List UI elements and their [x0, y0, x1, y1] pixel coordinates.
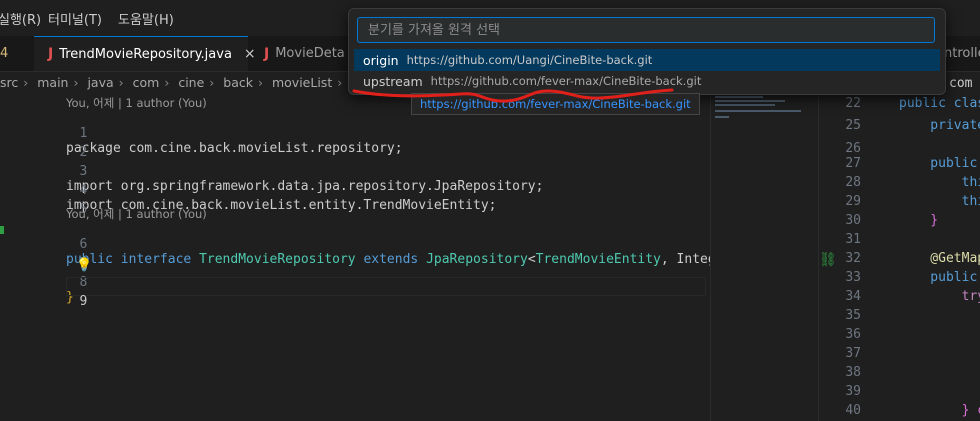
minimap-line: [715, 100, 785, 102]
breadcrumb: src › main › java › com › cine › back › movieL…: [0, 75, 394, 97]
line-number: 2: [79, 145, 88, 160]
red-underline-annotation: [352, 88, 674, 103]
right-split-editor[interactable]: com 22 public clas 25 private 26 27 publ…: [818, 72, 980, 421]
remote-name: origin: [363, 52, 399, 68]
breadcrumb-item[interactable]: com: [133, 75, 160, 90]
breadcrumb-item[interactable]: main: [37, 75, 68, 90]
breadcrumb-partial: com: [949, 76, 973, 91]
tab-trend-movie-repository[interactable]: J TrendMovieRepository.java ×: [34, 36, 256, 71]
line-number: 27: [845, 156, 861, 171]
menu-terminal[interactable]: 터미널(T): [48, 9, 102, 28]
remote-url: https://github.com/Uangi/CineBite-back.g…: [406, 53, 653, 67]
type-name: TrendMovieRepository: [199, 252, 356, 267]
code-line: 8 } 💡: [0, 258, 92, 305]
line-number: 34: [845, 289, 861, 304]
code-text: private: [899, 118, 980, 133]
chevron-right-icon: ›: [23, 75, 29, 90]
minimap-line: [715, 116, 729, 118]
line-number: 25: [845, 118, 861, 133]
git-change-marker: [0, 226, 4, 234]
code-line: 2: [0, 130, 87, 160]
tab-prefix: 4: [0, 46, 9, 61]
chevron-right-icon: ›: [73, 75, 79, 90]
breadcrumb-item[interactable]: java: [87, 75, 113, 90]
line-number: 37: [845, 346, 861, 361]
line-number: 36: [845, 327, 861, 342]
line-number: 26: [845, 141, 861, 156]
java-file-icon: J: [264, 45, 270, 62]
minimap-line: [715, 96, 763, 98]
line-number: 3: [79, 164, 88, 179]
link-icon[interactable]: ⛓: [819, 252, 837, 268]
line-number: 6: [79, 237, 88, 252]
code-text: public: [899, 270, 980, 285]
code-line: 1 package com.cine.back.movieList.reposi…: [0, 111, 403, 156]
code-line: 6 public interface TrendMovieRepository …: [0, 222, 724, 267]
tab-partial-left[interactable]: 4: [0, 36, 32, 71]
chevron-right-icon: ›: [258, 75, 263, 90]
code-text: import org.springframework.data.jpa.repo…: [66, 179, 544, 194]
line-number: 28: [845, 175, 861, 190]
remote-filter-input[interactable]: [357, 17, 935, 43]
minimap-line: [715, 110, 801, 112]
line-number: 9: [79, 294, 88, 309]
code-text: @GetMap: [899, 251, 980, 266]
minimap[interactable]: [710, 94, 817, 421]
line-number: 4: [79, 183, 88, 198]
chevron-right-icon: ›: [164, 75, 170, 90]
line-number: 31: [845, 232, 861, 247]
tab-label: ntrolle: [944, 46, 980, 61]
tab-label: MovieDeta: [275, 46, 345, 61]
line-number: 38: [845, 365, 861, 380]
code-text: thi: [899, 175, 980, 190]
tab-movie-detail[interactable]: J MovieDeta: [250, 36, 350, 71]
code-line: 4 import com.cine.back.movieList.entity.…: [0, 168, 496, 213]
menu-help[interactable]: 도움말(H): [118, 9, 174, 28]
line-number: 39: [845, 384, 861, 399]
breadcrumb-item[interactable]: back: [223, 75, 253, 90]
code-text: public: [899, 156, 980, 171]
tab-controller-partial[interactable]: ntrolle: [944, 36, 980, 71]
code-line: 7: [0, 241, 87, 271]
line-number: 22: [845, 96, 861, 111]
breadcrumb-item[interactable]: movieList: [272, 75, 332, 90]
line-number: 33: [845, 270, 861, 285]
breadcrumb-item[interactable]: cine: [178, 75, 204, 90]
chevron-right-icon: ›: [209, 75, 215, 90]
type-name: TrendMovieEntity: [535, 252, 661, 267]
current-line-highlight: [66, 277, 706, 296]
code-text: thi: [899, 194, 980, 209]
code-line: 9: [0, 279, 87, 309]
minimap-line: [715, 104, 775, 106]
type-name: JpaRepository: [426, 252, 528, 267]
keyword: extends: [363, 252, 419, 267]
menu-run[interactable]: 실행(R): [0, 9, 41, 28]
code-text: }: [899, 213, 939, 228]
line-number: 40: [845, 403, 861, 418]
codelens-author[interactable]: You, 어제 | 1 author (You): [66, 95, 207, 111]
remote-option-origin[interactable]: origin https://github.com/Uangi/CineBite…: [354, 49, 940, 71]
lightbulb-icon[interactable]: 💡: [76, 258, 92, 273]
chevron-right-icon: ›: [337, 75, 343, 90]
code-line: 3 import org.springframework.data.jpa.re…: [0, 149, 543, 194]
code-line: 5: [0, 187, 87, 217]
breadcrumb-item[interactable]: src: [0, 75, 18, 90]
line-number: 35: [845, 308, 861, 323]
line-number: 29: [845, 194, 861, 209]
chevron-right-icon: ›: [118, 75, 124, 90]
line-number: 30: [845, 213, 861, 228]
code-text: public interface TrendMovieRepository ex…: [66, 252, 724, 267]
line-number: 1: [79, 126, 88, 141]
codelens-author[interactable]: You, 어제 | 1 author (You): [66, 206, 207, 222]
keyword: interface: [120, 252, 192, 267]
code-text: package com.cine.back.movieList.reposito…: [66, 141, 403, 156]
java-file-icon: J: [48, 46, 54, 62]
code-text: try: [899, 289, 980, 304]
tab-label: TrendMovieRepository.java: [59, 46, 232, 62]
code-text: public clas: [899, 96, 980, 111]
code-text: } c: [899, 403, 980, 418]
punctuation: <: [527, 252, 536, 267]
